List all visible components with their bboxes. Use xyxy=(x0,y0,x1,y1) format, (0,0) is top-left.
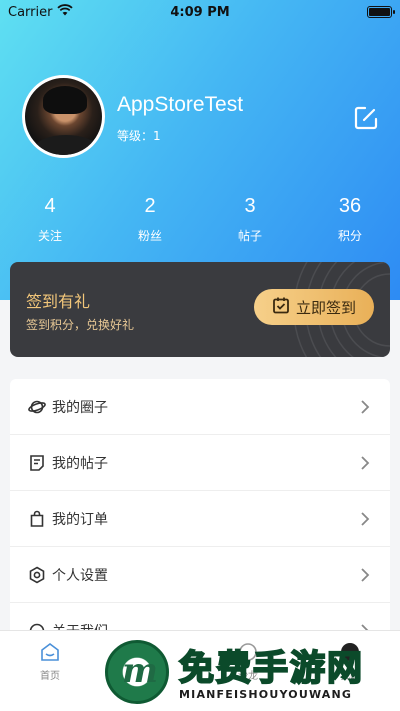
username: AppStoreTest xyxy=(117,93,244,116)
menu-item-personal-settings[interactable]: 个人设置 xyxy=(10,547,390,603)
menu-item-my-orders[interactable]: 我的订单 xyxy=(10,491,390,547)
watermark-title: 免费手游网 xyxy=(178,648,365,690)
site-watermark: m 免费手游网 MIANFEISHOUYOUWANG xyxy=(105,640,395,710)
checkin-subtitle: 签到积分，兑换好礼 xyxy=(26,318,135,332)
calendar-check-icon xyxy=(272,296,290,318)
edit-profile-icon[interactable] xyxy=(352,104,380,132)
planet-icon xyxy=(28,398,46,416)
watermark-logo: m xyxy=(105,640,169,704)
checkin-title: 签到有礼 xyxy=(26,292,91,311)
shopping-bag-icon xyxy=(28,510,46,528)
tab-home[interactable]: 首页 xyxy=(20,641,80,682)
tab-label: 首页 xyxy=(40,671,60,682)
stat-followers[interactable]: 2 粉丝 xyxy=(100,195,200,244)
chevron-right-icon xyxy=(360,455,370,475)
checkin-button[interactable]: 立即签到 xyxy=(254,289,374,325)
stat-label: 积分 xyxy=(337,229,362,243)
chevron-right-icon xyxy=(360,511,370,531)
menu-item-label: 个人设置 xyxy=(52,567,108,584)
checkin-button-label: 立即签到 xyxy=(295,299,356,317)
stat-value: 4 xyxy=(44,195,56,217)
stat-value: 3 xyxy=(244,195,256,217)
chevron-right-icon xyxy=(360,567,370,587)
menu-list: 我的圈子 我的帖子 我的订单 个人设置 关于我们 xyxy=(10,379,390,649)
menu-item-label: 我的帖子 xyxy=(52,455,108,472)
stat-posts[interactable]: 3 帖子 xyxy=(200,195,300,244)
stat-label: 关注 xyxy=(37,229,62,243)
watermark-subtitle: MIANFEISHOUYOUWANG xyxy=(179,688,353,701)
stat-value: 36 xyxy=(338,195,362,217)
stats-row: 4 关注 2 粉丝 3 帖子 36 积分 xyxy=(0,195,400,244)
battery-icon xyxy=(367,6,395,18)
status-bar: Carrier 4:09 PM xyxy=(0,0,400,24)
user-level: 等级：1 xyxy=(117,129,161,143)
status-time: 4:09 PM xyxy=(170,4,230,20)
stat-value: 2 xyxy=(144,195,156,217)
menu-item-my-posts[interactable]: 我的帖子 xyxy=(10,435,390,491)
stat-points[interactable]: 36 积分 xyxy=(300,195,400,244)
menu-item-label: 我的圈子 xyxy=(52,399,108,416)
stat-label: 粉丝 xyxy=(137,229,162,243)
menu-item-my-circles[interactable]: 我的圈子 xyxy=(10,379,390,435)
chevron-right-icon xyxy=(360,399,370,419)
avatar[interactable] xyxy=(22,75,105,158)
home-icon xyxy=(39,641,61,663)
settings-gear-icon xyxy=(28,566,46,584)
stat-following[interactable]: 4 关注 xyxy=(0,195,100,244)
stat-label: 帖子 xyxy=(237,229,262,243)
menu-item-label: 我的订单 xyxy=(52,511,108,528)
document-icon xyxy=(28,454,46,472)
watermark-logo-letter: m xyxy=(122,651,158,691)
